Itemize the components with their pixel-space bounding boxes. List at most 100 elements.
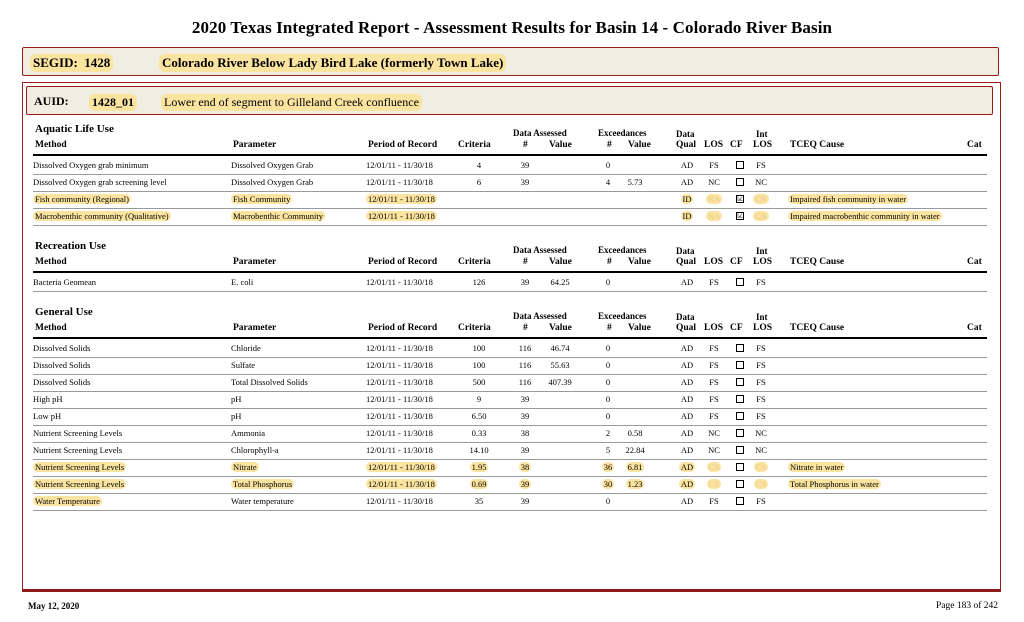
parameter-cell: pH <box>231 394 241 404</box>
method-cell-text: Macrobenthic community (Qualitative) <box>33 211 171 221</box>
table-row: High pH pH 12/01/11 - 11/30/18 9 39 0 AD FS FS <box>33 391 987 409</box>
segment-id: SEGID: 1428 <box>30 54 114 72</box>
period-cell: 12/01/11 - 11/30/18 <box>366 445 433 455</box>
header-data: Data <box>676 312 695 322</box>
los-cell: NC <box>702 177 726 187</box>
criteria-cell: 1.95 <box>459 462 499 472</box>
parameter-cell: Macrobenthic Community <box>231 211 325 221</box>
int-los-cell: NC <box>749 177 773 187</box>
parameter-cell-text: pH <box>231 394 242 404</box>
count-cell-text: 39 <box>520 160 530 170</box>
cf-checkbox[interactable] <box>736 361 744 369</box>
cf-checkbox[interactable] <box>736 463 744 471</box>
header-period: Period of Record <box>368 140 438 150</box>
count-cell-text: 39 <box>520 445 530 455</box>
method-cell-text: Fish community (Regional) <box>33 194 131 204</box>
int-los-cell-text: CS <box>753 462 769 472</box>
exceed-value-cell-text: 1.23 <box>625 479 645 489</box>
header-data: Data <box>676 246 695 256</box>
footer-date: May 12, 2020 <box>28 601 80 611</box>
cf-checkbox[interactable] <box>736 344 744 352</box>
value-cell-text: 64.25 <box>550 277 570 287</box>
cause-cell: Nitrate in water <box>788 462 846 472</box>
header-qual: Qual <box>676 323 697 333</box>
qual-cell-text: AD <box>680 394 694 404</box>
exceed-value-cell: 1.23 <box>617 479 653 489</box>
los-cell-text: FS <box>709 411 719 421</box>
int-los-cell: FS <box>749 160 773 170</box>
criteria-cell: 6 <box>459 177 499 187</box>
value-cell: 407.39 <box>540 377 580 387</box>
method-cell-text: Dissolved Solids <box>33 360 91 370</box>
method-cell: Fish community (Regional) <box>33 194 131 204</box>
los-cell: FS <box>702 343 726 353</box>
cf-checkbox[interactable] <box>736 480 744 488</box>
period-cell-text: 12/01/11 - 11/30/18 <box>366 496 433 506</box>
method-cell: Dissolved Solids <box>33 377 90 387</box>
int-los-cell: FS <box>749 394 773 404</box>
count-cell-text: 116 <box>518 360 532 370</box>
int-los-cell: FS <box>749 496 773 506</box>
period-cell-text: 12/01/11 - 11/30/18 <box>366 160 433 170</box>
cf-checkbox[interactable] <box>736 429 744 437</box>
parameter-cell: Ammonia <box>231 428 265 438</box>
int-los-cell: CS <box>749 479 773 489</box>
value-cell-text: 407.39 <box>548 377 572 387</box>
header-period: Period of Record <box>368 323 438 333</box>
header-cf: CF <box>730 140 743 150</box>
header-value: Value <box>549 140 572 150</box>
table-row: Macrobenthic community (Qualitative) Macr… <box>33 208 987 226</box>
qual-cell: AD <box>675 177 699 187</box>
method-cell: Dissolved Oxygen grab minimum <box>33 160 148 170</box>
exceed-value-cell: 22.84 <box>617 445 653 455</box>
los-cell-text: FS <box>709 343 719 353</box>
header-exceed-count: # <box>607 257 612 267</box>
parameter-cell: E. coli <box>231 277 253 287</box>
cf-checkbox[interactable] <box>736 161 744 169</box>
method-cell: Nutrient Screening Levels <box>33 428 122 438</box>
qual-cell: AD <box>675 479 699 489</box>
exceed-count-cell: 0 <box>596 377 620 387</box>
exceed-count-cell-text: 36 <box>601 462 615 472</box>
parameter-cell: pH <box>231 411 241 421</box>
int-los-cell-text: CN <box>753 194 769 204</box>
cf-checkbox[interactable] <box>736 395 744 403</box>
cf-checkbox[interactable] <box>736 497 744 505</box>
int-los-cell-text: FS <box>756 394 766 404</box>
table-row: Nutrient Screening Levels Chlorophyll-a 12… <box>33 442 987 460</box>
parameter-cell-text: Ammonia <box>231 428 265 438</box>
qual-cell: AD <box>675 445 699 455</box>
cf-checkbox[interactable] <box>736 378 744 386</box>
method-cell: Nutrient Screening Levels <box>33 445 122 455</box>
exceed-count-cell: 0 <box>596 394 620 404</box>
header-count: # <box>523 323 528 333</box>
cf-checkbox[interactable] <box>736 278 744 286</box>
los-cell-text: FS <box>709 277 719 287</box>
cf-checkbox[interactable] <box>736 446 744 454</box>
exceed-count-cell: 0 <box>596 360 620 370</box>
count-cell: 39 <box>511 277 539 287</box>
los-cell-text: FS <box>709 394 719 404</box>
period-cell: 12/01/11 - 11/30/18 <box>366 428 433 438</box>
count-cell: 39 <box>511 496 539 506</box>
cf-checkbox[interactable]: ☑ <box>736 212 744 220</box>
qual-cell: ID <box>675 211 699 221</box>
cause-cell-text: Total Phosphorus in water <box>788 479 881 489</box>
period-cell: 12/01/11 - 11/30/18 <box>366 177 433 187</box>
cf-checkbox[interactable] <box>736 412 744 420</box>
header-data-assessed: Data Assessed <box>513 311 567 321</box>
cf-checkbox[interactable] <box>736 178 744 186</box>
parameter-cell-text: Sulfate <box>231 360 256 370</box>
header-count: # <box>523 140 528 150</box>
count-cell-text: 39 <box>520 394 530 404</box>
exceed-count-cell-text: 5 <box>605 445 611 455</box>
los-cell-text: NA <box>705 194 723 204</box>
header-exceedances: Exceedances <box>598 128 647 138</box>
los-cell: FS <box>702 377 726 387</box>
cf-checkbox[interactable]: ☑ <box>736 195 744 203</box>
section-title: Aquatic Life Use <box>35 123 114 135</box>
int-los-cell: CN <box>749 211 773 221</box>
cause-cell-text: Nitrate in water <box>788 462 846 472</box>
exceed-count-cell-text: 0 <box>605 277 611 287</box>
los-cell-text: NA <box>705 211 723 221</box>
